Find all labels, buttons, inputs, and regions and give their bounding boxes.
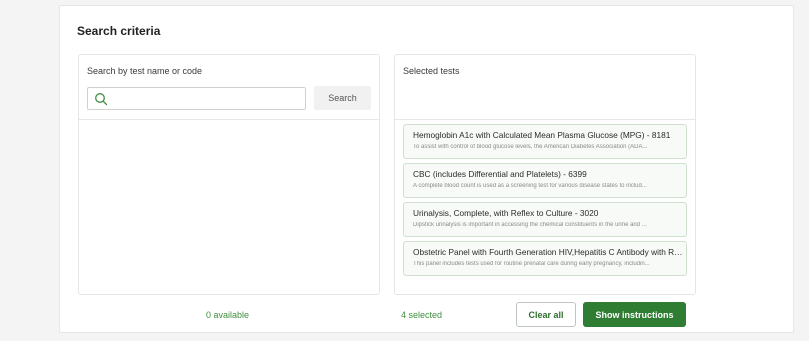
search-panel-divider xyxy=(79,119,379,120)
test-name: Obstetric Panel with Fourth Generation H… xyxy=(413,247,683,257)
selected-count: 4 selected xyxy=(401,310,443,320)
clear-all-button[interactable]: Clear all xyxy=(516,302,576,327)
test-card[interactable]: CBC (includes Differential and Platelets… xyxy=(403,163,687,198)
available-count: 0 available xyxy=(206,310,250,320)
test-description: Dipstick urinalysis is important in acce… xyxy=(413,222,647,228)
section-title: Search criteria xyxy=(77,24,161,38)
selected-tests-panel: Selected tests Hemoglobin A1c with Calcu… xyxy=(394,54,696,295)
test-description: To assist with control of blood glucose … xyxy=(413,144,648,150)
test-description: A complete blood count is used as a scre… xyxy=(413,183,647,189)
test-name: Urinalysis, Complete, with Reflex to Cul… xyxy=(413,208,599,218)
test-card[interactable]: Urinalysis, Complete, with Reflex to Cul… xyxy=(403,202,687,237)
search-input[interactable] xyxy=(112,90,302,107)
search-panel: Search by test name or code Search xyxy=(78,54,380,295)
search-button[interactable]: Search xyxy=(314,86,371,110)
test-name: CBC (includes Differential and Platelets… xyxy=(413,169,587,179)
selected-panel-divider xyxy=(395,119,695,120)
show-instructions-button[interactable]: Show instructions xyxy=(583,302,686,327)
search-panel-label: Search by test name or code xyxy=(87,66,203,76)
test-card[interactable]: Hemoglobin A1c with Calculated Mean Plas… xyxy=(403,124,687,159)
search-field[interactable] xyxy=(87,87,306,110)
selected-tests-label: Selected tests xyxy=(403,66,460,76)
test-description: This panel includes tests used for routi… xyxy=(413,261,650,267)
test-card[interactable]: Obstetric Panel with Fourth Generation H… xyxy=(403,241,687,276)
selected-tests-list: Hemoglobin A1c with Calculated Mean Plas… xyxy=(403,124,687,292)
search-icon xyxy=(95,93,108,106)
test-name: Hemoglobin A1c with Calculated Mean Plas… xyxy=(413,130,671,140)
